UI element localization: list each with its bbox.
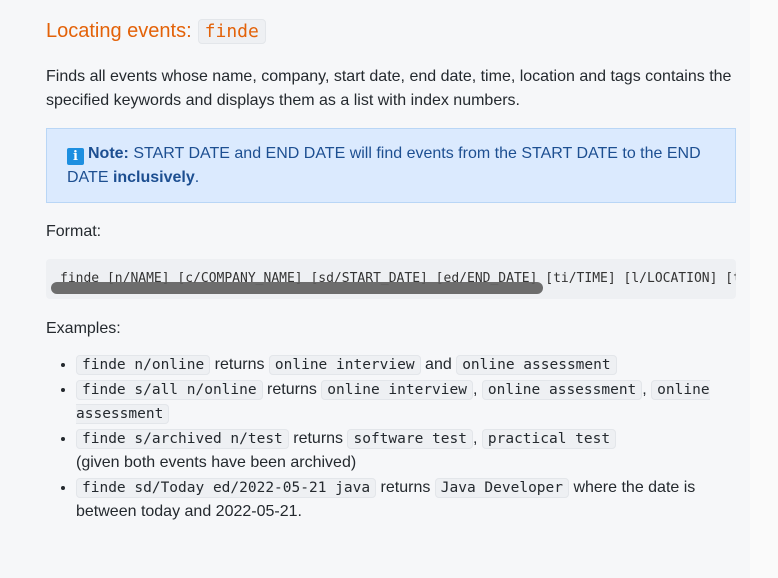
example-result: online interview bbox=[268, 355, 421, 375]
list-item: finde s/archived n/test returns software… bbox=[76, 427, 736, 476]
example-result: online assessment bbox=[481, 379, 643, 400]
example-result: online assessment bbox=[456, 355, 617, 375]
note-text-end: . bbox=[194, 169, 200, 186]
example-note: (given both events have been archived) bbox=[76, 454, 357, 471]
note-label: Note: bbox=[88, 145, 129, 162]
example-result: online interview bbox=[321, 379, 473, 400]
examples-list: finde n/online returns online interview … bbox=[46, 353, 736, 525]
example-command: finde s/archived n/test bbox=[76, 428, 289, 449]
section-heading: Locating events: finde bbox=[46, 0, 750, 45]
info-icon: i bbox=[67, 148, 84, 165]
list-item: finde n/online returns online interview … bbox=[76, 353, 736, 378]
example-text: returns bbox=[210, 356, 269, 373]
list-item: finde s/all n/online returns online inte… bbox=[76, 378, 736, 427]
example-result: practical test bbox=[481, 428, 617, 449]
example-text: returns bbox=[288, 429, 348, 447]
example-command: finde sd/Today ed/2022-05-21 java bbox=[76, 477, 377, 498]
examples-label: Examples: bbox=[46, 320, 121, 337]
example-command: finde n/online bbox=[76, 355, 211, 375]
note-box: i Note: START DATE and END DATE will find… bbox=[46, 128, 736, 203]
section-description: Finds all events whose name, company, st… bbox=[46, 68, 732, 109]
example-text: , bbox=[472, 429, 482, 447]
format-label: Format: bbox=[46, 223, 102, 240]
example-text: and bbox=[420, 356, 457, 373]
heading-command-code: finde bbox=[197, 18, 266, 44]
note-bold-text: inclusively bbox=[112, 169, 195, 186]
horizontal-scrollbar[interactable] bbox=[51, 282, 543, 294]
example-result: Java Developer bbox=[434, 477, 569, 498]
example-result: software test bbox=[347, 428, 473, 449]
list-item: finde sd/Today ed/2022-05-21 java return… bbox=[76, 476, 736, 525]
example-text: , bbox=[472, 380, 482, 398]
example-text: , bbox=[642, 380, 652, 398]
user-guide-section: Locating events: finde Finds all events … bbox=[0, 0, 750, 578]
heading-text: Locating events: bbox=[46, 19, 192, 42]
example-text: returns bbox=[262, 380, 322, 398]
example-text: returns bbox=[376, 478, 435, 496]
format-code-block[interactable]: finde [n/NAME] [c/COMPANY_NAME] [sd/STAR… bbox=[46, 259, 736, 299]
example-command: finde s/all n/online bbox=[76, 379, 263, 400]
